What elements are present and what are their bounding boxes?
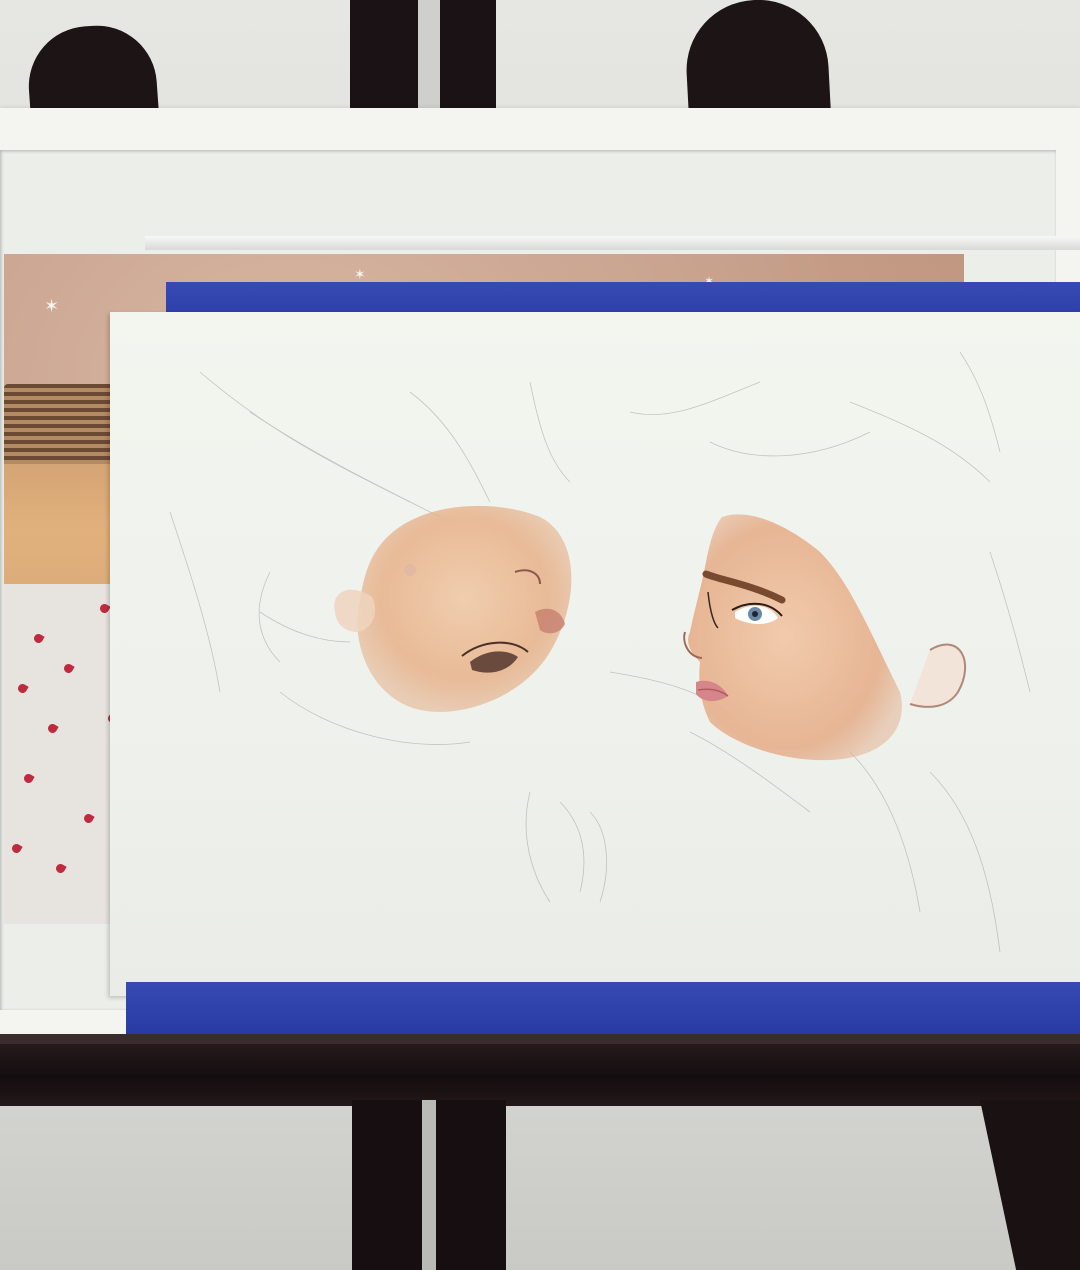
baby-face [334,505,572,712]
masking-tape-bottom [126,982,1080,1036]
easel-ledge [0,1034,1080,1106]
portrait-painting [169,351,1031,953]
frame-glass-edge [145,236,1080,250]
star-icon: ✶ [44,296,60,317]
easel-leg-center [436,1100,506,1270]
pencil-sketch [169,351,1031,953]
floor-background [0,1106,1080,1270]
watercolor-paper [110,312,1080,996]
photo-scene: ✶ ✶ ✶ [0,0,1080,1270]
girl-face [683,514,967,761]
easel-mast-right [440,0,496,118]
easel-leg-left [352,1100,422,1270]
easel-mast-left [350,0,418,118]
